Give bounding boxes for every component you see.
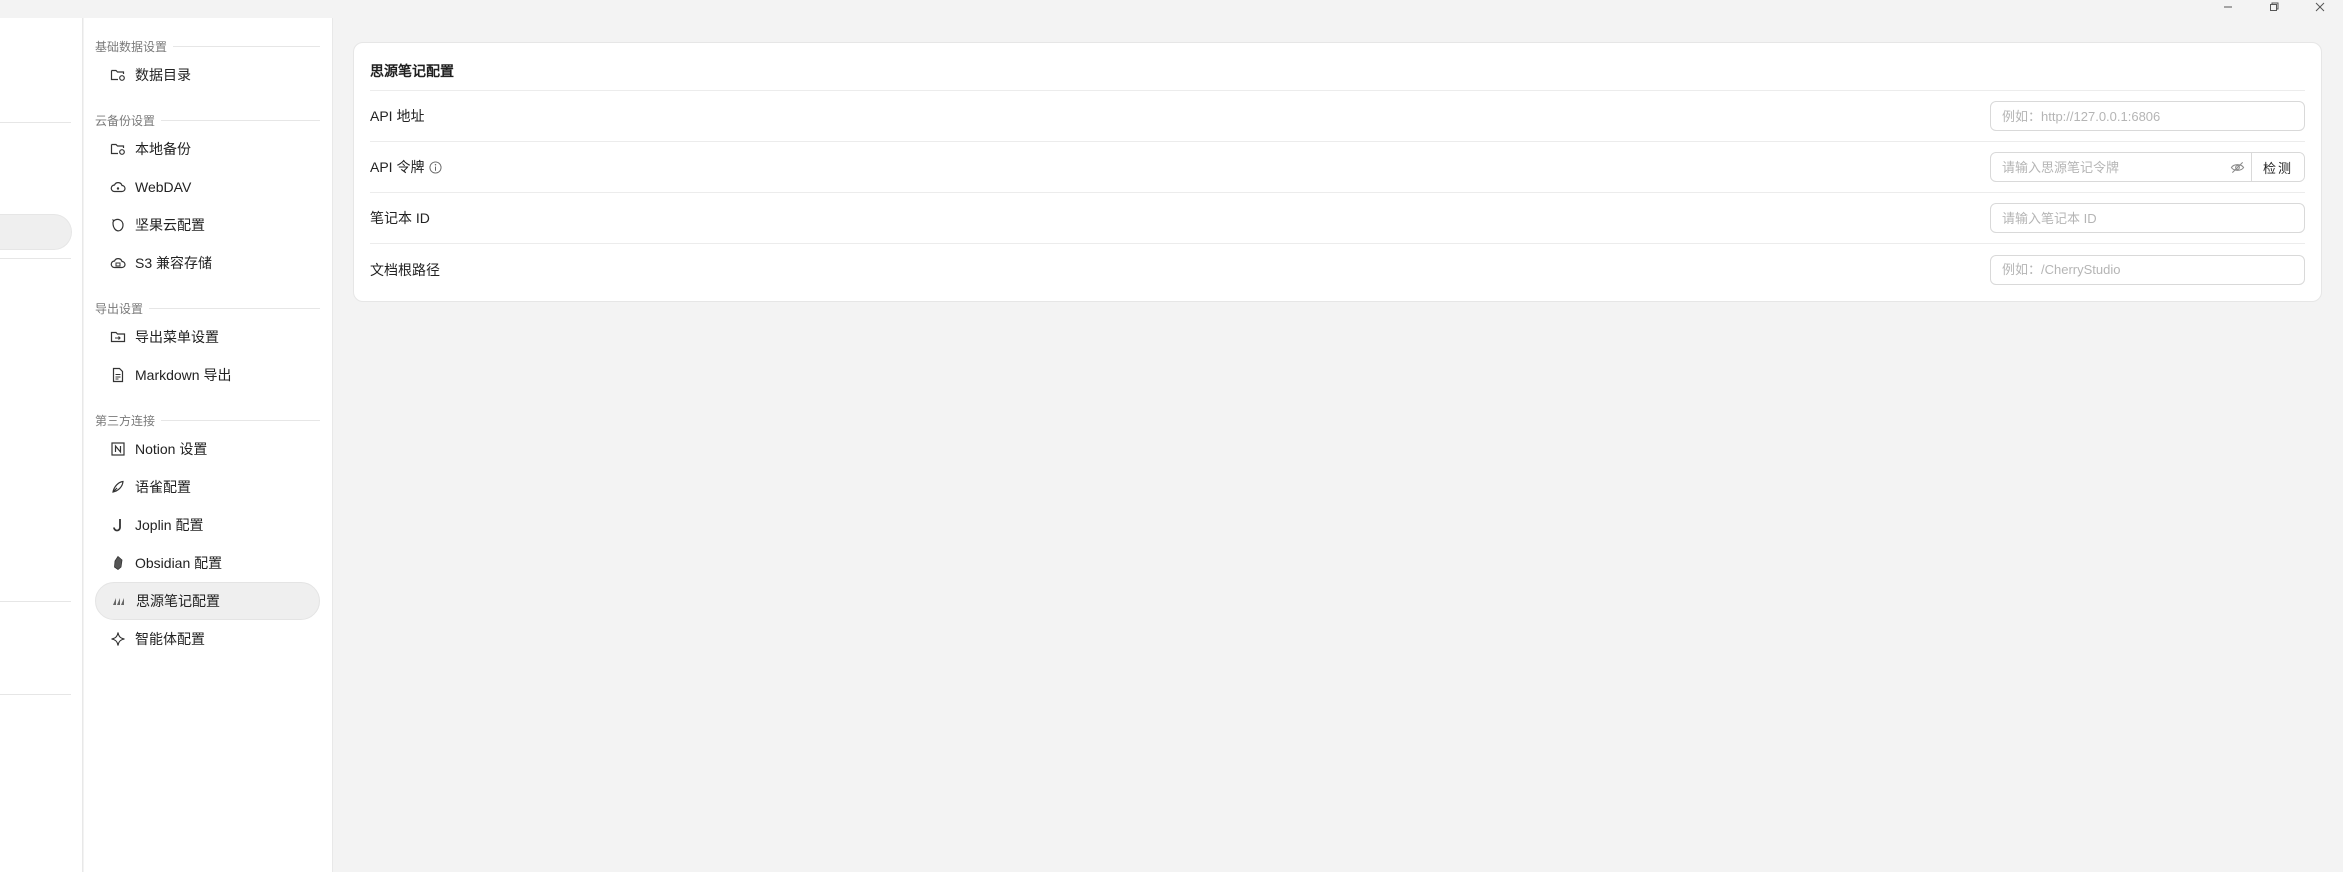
folder-settings-icon: [110, 67, 126, 83]
nav-group-title: 基础数据设置: [95, 36, 320, 56]
info-icon[interactable]: [429, 160, 443, 174]
close-icon: [2315, 2, 2325, 12]
nav-item-markdown-export[interactable]: Markdown 导出: [95, 356, 320, 394]
nav-item-yuque[interactable]: 语雀配置: [95, 468, 320, 506]
sidebar-active-item[interactable]: [0, 214, 72, 250]
setting-row-notebook-id: 笔记本 ID: [370, 193, 2305, 244]
nav-item-label: Obsidian 配置: [135, 555, 223, 571]
nav-item-webdav[interactable]: WebDAV: [95, 168, 320, 206]
minimize-icon: [2223, 2, 2233, 12]
nav-item-local-backup[interactable]: 本地备份: [95, 130, 320, 168]
app-window: 基础数据设置 数据目录 云备份设置 本地备份 WebDAV 坚果云配置 S3 兼…: [0, 0, 2343, 872]
cloud-storage-icon: [110, 255, 126, 271]
sidebar-divider: [0, 258, 71, 259]
nav-item-label: Joplin 配置: [135, 517, 204, 533]
row-label: API 地址: [370, 108, 425, 124]
nav-item-agent[interactable]: 智能体配置: [95, 620, 320, 658]
nav-item-label: 语雀配置: [135, 479, 191, 495]
row-label: API 令牌: [370, 159, 425, 175]
window-controls: [2205, 0, 2343, 14]
nav-item-joplin[interactable]: Joplin 配置: [95, 506, 320, 544]
siyuan-icon: [111, 593, 127, 609]
nav-item-label: Markdown 导出: [135, 367, 232, 383]
sidebar-divider: [0, 122, 71, 123]
nav-group-title: 第三方连接: [95, 410, 320, 430]
sidebar-divider: [0, 601, 71, 602]
nav-item-obsidian[interactable]: Obsidian 配置: [95, 544, 320, 582]
cloud-icon: [110, 179, 126, 195]
notebook-id-field: [1990, 203, 2305, 233]
api-url-field: [1990, 101, 2305, 131]
nav-item-label: 导出菜单设置: [135, 329, 219, 345]
check-token-button[interactable]: 检测: [2251, 153, 2304, 181]
sidebar-divider: [0, 694, 71, 695]
api-token-field: 检测: [1990, 152, 2305, 182]
app-sidebar: [0, 18, 83, 872]
folder-settings-icon: [110, 141, 126, 157]
nav-item-label: 本地备份: [135, 141, 191, 157]
minimize-button[interactable]: [2205, 0, 2251, 14]
notion-icon: [110, 441, 126, 457]
notebook-id-input[interactable]: [1991, 204, 2304, 232]
setting-row-root-path: 文档根路径: [370, 244, 2305, 295]
setting-row-api-url: API 地址: [370, 91, 2305, 142]
nav-item-label: WebDAV: [135, 179, 192, 195]
nav-item-export-menu[interactable]: 导出菜单设置: [95, 318, 320, 356]
root-path-field: [1990, 254, 2305, 285]
maximize-button[interactable]: [2251, 0, 2297, 14]
nav-item-label: 数据目录: [135, 67, 191, 83]
nav-item-label: 坚果云配置: [135, 217, 205, 233]
nav-group-title: 云备份设置: [95, 110, 320, 130]
sparkle-icon: [110, 631, 126, 647]
siyuan-settings-card: 思源笔记配置 API 地址 API 令牌: [353, 42, 2322, 302]
eye-hidden-icon[interactable]: [2223, 160, 2251, 175]
nav-item-jianguoyun[interactable]: 坚果云配置: [95, 206, 320, 244]
row-label: 笔记本 ID: [370, 210, 430, 226]
nav-item-label: 智能体配置: [135, 631, 205, 647]
settings-nav: 基础数据设置 数据目录 云备份设置 本地备份 WebDAV 坚果云配置 S3 兼…: [84, 18, 333, 872]
page-title: 思源笔记配置: [370, 43, 2305, 91]
obsidian-icon: [110, 555, 126, 571]
close-button[interactable]: [2297, 0, 2343, 14]
api-token-input[interactable]: [1991, 153, 2223, 181]
api-url-input[interactable]: [1991, 102, 2304, 130]
setting-row-api-token: API 令牌 检测: [370, 142, 2305, 193]
settings-content: 思源笔记配置 API 地址 API 令牌: [334, 18, 2343, 872]
row-label: 文档根路径: [370, 261, 440, 278]
nav-group-title: 导出设置: [95, 298, 320, 318]
nav-item-data-directory[interactable]: 数据目录: [95, 56, 320, 94]
nav-item-label: 思源笔记配置: [136, 593, 220, 609]
nut-icon: [110, 217, 126, 233]
nav-item-label: Notion 设置: [135, 441, 208, 457]
document-icon: [110, 367, 126, 383]
restore-icon: [2269, 2, 2279, 12]
nav-item-label: S3 兼容存储: [135, 255, 213, 271]
root-path-input[interactable]: [1991, 255, 2304, 284]
export-folder-icon: [110, 329, 126, 345]
nav-item-siyuan[interactable]: 思源笔记配置: [95, 582, 320, 620]
nav-item-notion[interactable]: Notion 设置: [95, 430, 320, 468]
yuque-icon: [110, 479, 126, 495]
joplin-icon: [110, 517, 126, 533]
nav-item-s3-storage[interactable]: S3 兼容存储: [95, 244, 320, 282]
